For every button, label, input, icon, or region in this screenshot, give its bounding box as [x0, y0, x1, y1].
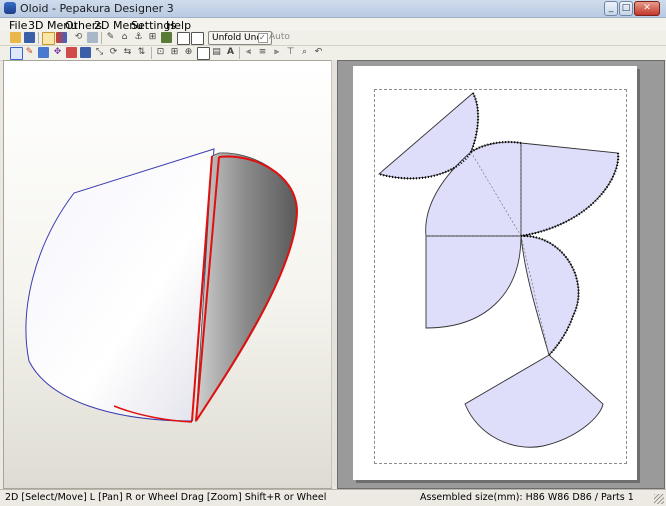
- align-right-icon[interactable]: ⫸: [271, 47, 282, 58]
- cut-icon[interactable]: [66, 47, 77, 58]
- part-fan-bottom: [464, 354, 604, 448]
- auto-label: Auto: [269, 32, 290, 42]
- menu-bar: File 3D Menu Others 2D Menu Settings Hel…: [0, 18, 666, 32]
- color-icon[interactable]: [56, 32, 67, 43]
- rotate-icon[interactable]: ⟲: [73, 32, 84, 43]
- align-left-icon[interactable]: ⫷: [243, 47, 254, 58]
- edge-id-icon[interactable]: [80, 47, 91, 58]
- move-icon[interactable]: ✥: [52, 47, 63, 58]
- align-top-icon[interactable]: ⊤: [285, 47, 296, 58]
- main-toolbar: ⟲ ✎ ⌂ ⚓ ⊞ Unfold Undo ✓ Auto: [0, 31, 666, 46]
- oloid-dark-face: [195, 152, 298, 423]
- part-fan-right: [520, 142, 619, 237]
- 3d-model-canvas: [25, 148, 299, 423]
- fold-icon[interactable]: ⌂: [119, 32, 130, 43]
- title-bar: Oloid - Pepakura Designer 3 _ □ ✕: [0, 0, 666, 18]
- toolbar-separator: [101, 32, 102, 44]
- align-center-icon[interactable]: ≡: [257, 47, 268, 58]
- print-icon[interactable]: ▤: [211, 47, 222, 58]
- align-icon[interactable]: ⊡: [155, 47, 166, 58]
- 2d-toolbar: ✎ ✥ ⤡ ⟳ ⇆ ⇅ ⊡ ⊞ ⊕ ▤ A ⫷ ≡ ⫸ ⊤ ⌕ ↶: [0, 46, 666, 61]
- text-icon[interactable]: A: [225, 47, 236, 58]
- search-icon[interactable]: ⌕: [299, 47, 310, 58]
- part-disc-left: [425, 235, 522, 329]
- join-icon[interactable]: ⊞: [147, 32, 158, 43]
- toolbar-separator: [239, 47, 240, 59]
- maximize-button[interactable]: □: [619, 1, 633, 16]
- close-button[interactable]: ✕: [634, 1, 660, 16]
- save-icon[interactable]: [24, 32, 35, 43]
- zoom-icon[interactable]: ⊕: [183, 47, 194, 58]
- open-icon[interactable]: [10, 32, 21, 43]
- oloid-light-face: [25, 148, 215, 422]
- toolbar-separator: [151, 47, 152, 59]
- minimize-button[interactable]: _: [604, 1, 618, 16]
- part-lens-middle: [520, 235, 579, 356]
- 3d-view[interactable]: [3, 60, 332, 489]
- anchor-icon[interactable]: ⚓: [133, 32, 144, 43]
- grid-icon[interactable]: ⊞: [169, 47, 180, 58]
- window-icon[interactable]: [177, 32, 190, 45]
- camera-icon[interactable]: [161, 32, 172, 43]
- edge-icon[interactable]: ✎: [105, 32, 116, 43]
- assembled-size-text: Assembled size(mm): H86 W86 D86 / Parts …: [420, 492, 634, 503]
- layout-icon[interactable]: [38, 47, 49, 58]
- resize-grip[interactable]: [654, 494, 664, 504]
- auto-checkbox[interactable]: ✓: [258, 33, 268, 43]
- unfold-canvas: [378, 92, 620, 448]
- status-bar: 2D [Select/Move] L [Pan] R or Wheel Drag…: [0, 489, 666, 506]
- mirror-icon[interactable]: ⇆: [122, 47, 133, 58]
- flip-icon[interactable]: ⇅: [136, 47, 147, 58]
- window-title: Oloid - Pepakura Designer 3: [20, 2, 174, 15]
- window2-icon[interactable]: [191, 32, 204, 45]
- pen-icon[interactable]: ✎: [24, 47, 35, 58]
- paper-sheet: [353, 66, 637, 480]
- select-icon[interactable]: [10, 47, 23, 60]
- 2d-view[interactable]: [337, 60, 665, 489]
- status-text: 2D [Select/Move] L [Pan] R or Wheel Drag…: [5, 492, 327, 503]
- rotate2d-icon[interactable]: ⟳: [108, 47, 119, 58]
- page-icon[interactable]: [197, 47, 210, 60]
- app-icon: [4, 2, 16, 14]
- toolbar-separator: [38, 32, 39, 44]
- texture-icon[interactable]: [87, 32, 98, 43]
- undo2d-icon[interactable]: ↶: [313, 47, 324, 58]
- model-icon[interactable]: [42, 32, 55, 45]
- scale-icon[interactable]: ⤡: [94, 47, 105, 58]
